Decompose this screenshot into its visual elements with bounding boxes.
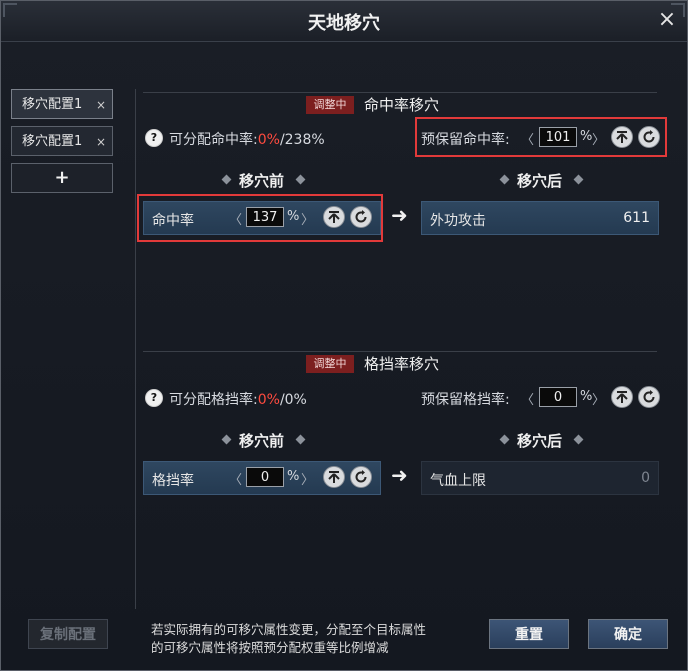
section-header: 调整中 命中率移穴 [143,92,657,117]
diamond-icon [221,174,232,185]
target-attribute[interactable]: 外功攻击 611 [421,201,659,235]
config-tab-label: 移穴配置1 [22,97,83,112]
alloc-label: 可分配命中率: [169,132,258,148]
config-tab-2[interactable]: 移穴配置1 × [11,126,113,156]
alloc-percent: 0% [257,132,280,148]
diamond-icon [499,174,510,185]
allocatable-stat: 可分配命中率:0%/238% [169,129,325,149]
diamond-icon [295,174,306,185]
add-config-button[interactable]: + [11,163,113,193]
section-title: 格挡率移穴 [364,355,440,373]
max-button[interactable] [323,466,345,488]
divider [135,89,136,609]
arrow-right-icon: ➜ [391,463,408,487]
percent-label: % [580,389,593,404]
section-header: 调整中 格挡率移穴 [143,351,657,376]
help-icon[interactable]: ? [145,389,163,407]
arrow-right-icon: ➜ [391,203,408,227]
alloc-label: 可分配格挡率: [169,392,258,408]
section-title: 命中率移穴 [364,96,440,114]
target-attr-name: 气血上限 [430,473,486,489]
target-attr-value: 0 [641,470,650,486]
dialog-window: 天地移穴 × 移穴配置1 × 移穴配置1 × + 调整中 命中率移穴 ? 可分配… [0,0,688,671]
diamond-icon [499,434,510,445]
target-attr-name: 外功攻击 [430,213,486,229]
reset-value-button[interactable] [638,386,660,408]
diamond-icon [573,174,584,185]
help-icon[interactable]: ? [145,129,163,147]
close-icon[interactable]: × [655,8,679,32]
footer-note: 若实际拥有的可移穴属性变更，分配至个目标属性 的可移穴属性将按照预分配权重等比例… [151,621,471,657]
percent-label: % [287,469,300,484]
note-line: 若实际拥有的可移穴属性变更，分配至个目标属性 [151,622,427,637]
config-sidebar: 移穴配置1 × 移穴配置1 × + [11,89,117,193]
max-icon [328,471,340,483]
decrease-icon[interactable]: 〈 [229,469,242,488]
source-value-input[interactable]: 0 [246,467,284,487]
increase-icon[interactable]: 〉 [592,389,605,408]
window-title: 天地移穴 [308,13,380,34]
before-label: 移穴前 [239,432,285,450]
copy-config-button[interactable]: 复制配置 [28,619,108,649]
config-tab-label: 移穴配置1 [22,134,83,149]
close-tab-icon[interactable]: × [96,90,106,120]
highlight-box [415,117,667,157]
alloc-percent: 0% [257,392,280,408]
close-tab-icon[interactable]: × [96,127,106,157]
allocatable-stat: 可分配格挡率:0%/0% [169,389,307,409]
note-line: 的可移穴属性将按照预分配权重等比例增减 [151,640,389,655]
highlight-box [137,194,383,242]
config-tab-1[interactable]: 移穴配置1 × [11,89,113,119]
block-rate-section: 调整中 格挡率移穴 ? 可分配格挡率:0%/0% 预保留格挡率: 〈 0 % 〉… [143,351,660,551]
alloc-total: /0% [279,392,307,408]
target-attribute[interactable]: 气血上限 0 [421,461,659,495]
source-attr-name: 格挡率 [152,473,194,489]
after-label: 移穴后 [517,172,563,190]
decrease-icon[interactable]: 〈 [521,389,534,408]
reserve-label: 预保留格挡率: [421,392,510,408]
hit-rate-section: 调整中 命中率移穴 ? 可分配命中率:0%/238% 预保留命中率: 〈 101… [137,92,667,282]
refresh-icon [355,470,367,483]
max-button[interactable] [611,386,633,408]
max-icon [616,391,628,403]
status-badge: 调整中 [306,96,354,114]
reserve-input[interactable]: 0 [539,387,577,407]
alloc-total: /238% [279,132,325,148]
status-badge: 调整中 [306,355,354,373]
diamond-icon [295,434,306,445]
reset-button[interactable]: 重置 [489,619,569,649]
title-bar[interactable]: 天地移穴 × [1,1,687,42]
diamond-icon [221,434,232,445]
footer: 复制配置 若实际拥有的可移穴属性变更，分配至个目标属性 的可移穴属性将按照预分配… [1,613,687,670]
target-attr-value: 611 [623,210,650,226]
refresh-icon [643,390,655,403]
confirm-button[interactable]: 确定 [588,619,668,649]
increase-icon[interactable]: 〉 [301,469,314,488]
before-label: 移穴前 [239,172,285,190]
diamond-icon [573,434,584,445]
after-label: 移穴后 [517,432,563,450]
reset-value-button[interactable] [350,466,372,488]
